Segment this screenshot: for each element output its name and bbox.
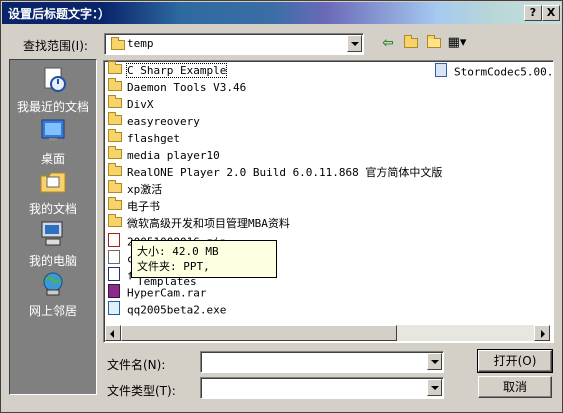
back-arrow-icon[interactable]: ⇦: [378, 34, 398, 52]
zip-file-icon: [108, 233, 120, 247]
filename-label: 文件名(N):: [107, 358, 166, 372]
list-item[interactable]: media player10: [108, 146, 220, 164]
tooltip-size: 大小: 42.0 MB: [137, 245, 219, 258]
up-folder-icon[interactable]: [401, 34, 421, 52]
close-button[interactable]: X: [542, 5, 560, 21]
list-item[interactable]: flashget: [108, 129, 180, 147]
list-item[interactable]: 微软高级开发和项目管理MBA资料: [108, 214, 290, 232]
horizontal-scrollbar[interactable]: [105, 325, 550, 341]
folder-icon: [108, 61, 122, 74]
window-title: 设置后标题文字：）: [8, 7, 111, 21]
lookin-label: 查找范围(I):: [23, 39, 88, 53]
network-places-icon: [38, 270, 68, 298]
file-icon: [108, 250, 120, 264]
folder-icon: [108, 112, 122, 125]
list-item[interactable]: Daemon Tools V3.46: [108, 78, 246, 96]
list-item[interactable]: qq2005beta2.exe: [108, 301, 226, 317]
desktop-icon: [38, 118, 68, 146]
help-button[interactable]: ?: [524, 5, 542, 21]
list-item[interactable]: easyreovery: [108, 112, 200, 130]
filetype-combo[interactable]: [200, 377, 444, 399]
scroll-thumb[interactable]: [121, 325, 397, 341]
title-bar[interactable]: 设置后标题文字：） ? X: [2, 2, 561, 24]
place-label: 网上邻居: [28, 304, 77, 318]
list-item[interactable]: DivX: [108, 95, 154, 113]
tooltip-folder: 文件夹: PPT, Templates: [137, 260, 210, 288]
place-label: 桌面: [40, 152, 65, 166]
place-my-documents[interactable]: 我的文档: [10, 168, 96, 217]
file-list[interactable]: C Sharp Example Daemon Tools V3.46 DivX …: [103, 60, 554, 343]
list-item[interactable]: StormCodec5.00.ex: [435, 63, 553, 79]
lookin-combo[interactable]: temp: [104, 33, 364, 55]
recent-documents-icon: [38, 66, 68, 94]
scroll-left-button[interactable]: [105, 325, 121, 341]
filename-combo[interactable]: [200, 351, 444, 373]
folder-icon: [108, 129, 122, 142]
folder-icon: [111, 37, 125, 50]
folder-icon: [108, 95, 122, 108]
cancel-button[interactable]: 取消: [478, 376, 552, 398]
folder-icon: [108, 163, 122, 176]
place-label: 我最近的文档: [16, 100, 89, 114]
shortcut-file-icon: [108, 267, 120, 281]
view-menu-icon[interactable]: ▦▾: [447, 34, 467, 52]
open-button[interactable]: 打开(O): [477, 349, 553, 373]
exe-file-icon: [108, 301, 120, 315]
lookin-dropdown-button[interactable]: [347, 35, 362, 52]
list-item[interactable]: 电子书: [108, 197, 160, 215]
my-computer-icon: [38, 220, 68, 248]
folder-icon: [108, 180, 122, 193]
place-network[interactable]: 网上邻居: [10, 270, 96, 319]
folder-icon: [108, 197, 122, 210]
rar-archive-icon: [108, 284, 120, 298]
filetype-dropdown-button[interactable]: [427, 379, 442, 396]
my-documents-icon: [38, 168, 68, 196]
filetype-label: 文件类型(T):: [107, 384, 176, 398]
list-item[interactable]: c: [108, 250, 134, 266]
filename-dropdown-button[interactable]: [427, 353, 442, 370]
place-desktop[interactable]: 桌面: [10, 118, 96, 167]
places-bar: 我最近的文档 桌面 我的文档 我的电脑 网上邻居: [9, 59, 97, 395]
place-label: 我的电脑: [28, 254, 77, 268]
open-file-dialog: 设置后标题文字：） ? X 查找范围(I): temp ⇦ ▦▾ 我最近的文档 …: [0, 0, 563, 413]
place-recent-documents[interactable]: 我最近的文档: [10, 66, 96, 115]
folder-icon: [108, 78, 122, 91]
list-item[interactable]: f: [108, 267, 134, 283]
folder-icon: [108, 146, 122, 159]
place-label: 我的文档: [28, 202, 77, 216]
installer-file-icon: [435, 63, 447, 77]
list-item[interactable]: C Sharp Example: [108, 61, 228, 79]
lookin-value: temp: [127, 37, 154, 50]
folder-icon: [108, 214, 122, 227]
file-tooltip: 大小: 42.0 MB 文件夹: PPT, Templates: [131, 240, 277, 288]
place-my-computer[interactable]: 我的电脑: [10, 220, 96, 269]
list-item[interactable]: xp激活: [108, 180, 162, 198]
new-folder-icon[interactable]: [424, 34, 444, 52]
list-item[interactable]: RealONE Player 2.0 Build 6.0.11.868 官方简体…: [108, 163, 442, 181]
scroll-right-button[interactable]: [534, 325, 550, 341]
